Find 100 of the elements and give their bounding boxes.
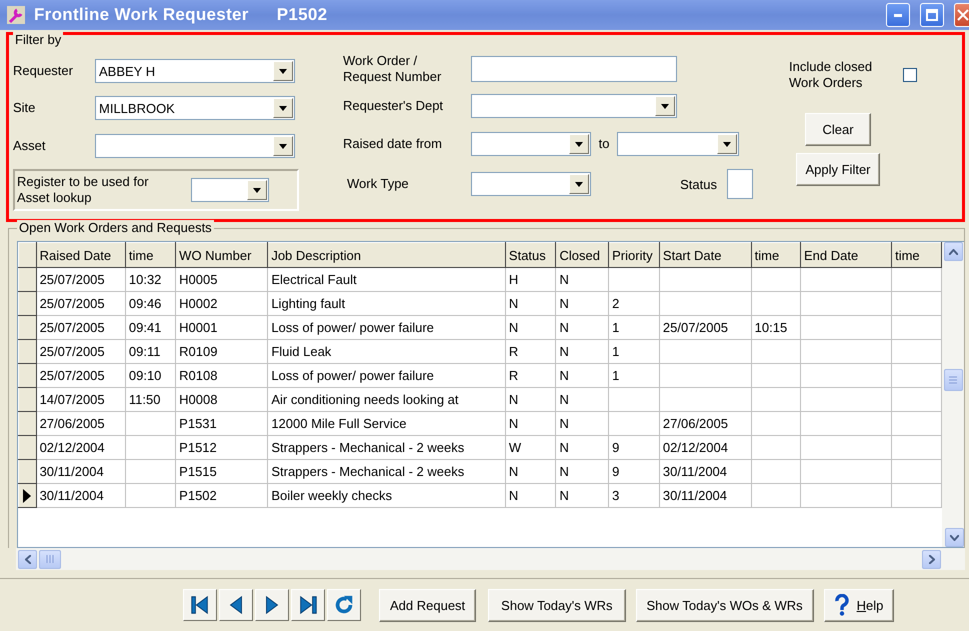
close-button[interactable] <box>954 3 969 27</box>
table-cell: 27/06/2005 <box>36 412 126 436</box>
add-request-button[interactable]: Add Request <box>379 588 476 622</box>
register-combo[interactable] <box>191 178 269 202</box>
table-cell <box>125 412 176 436</box>
table-cell: P1512 <box>176 436 268 460</box>
record-number: P1502 <box>276 5 328 25</box>
work-order-field[interactable] <box>471 56 677 82</box>
column-header[interactable]: Raised Date <box>36 242 126 268</box>
status-field[interactable] <box>727 169 753 199</box>
table-cell <box>608 268 660 292</box>
scroll-up-icon <box>948 248 958 254</box>
table-cell <box>751 340 800 364</box>
dropdown-arrow-icon <box>279 144 287 148</box>
table-cell: N <box>556 316 609 340</box>
column-header[interactable]: Closed <box>556 242 609 268</box>
table-cell: 09:10 <box>125 364 176 388</box>
apply-filter-button[interactable]: Apply Filter <box>796 153 880 186</box>
requester-combo[interactable]: ABBEY H <box>95 59 295 83</box>
table-cell: N <box>556 292 609 316</box>
table-cell: R0109 <box>176 340 268 364</box>
scroll-left-icon <box>24 554 30 564</box>
asset-label: Asset <box>13 138 47 154</box>
table-cell: N <box>556 388 609 412</box>
column-header[interactable]: time <box>751 242 800 268</box>
table-cell: 12000 Mile Full Service <box>268 412 506 436</box>
table-cell <box>608 412 660 436</box>
scroll-thumb-grip-icon <box>949 376 957 384</box>
question-mark-icon <box>834 594 849 616</box>
current-row-icon <box>22 488 32 502</box>
table-cell: 1 <box>608 316 660 340</box>
column-header[interactable]: End Date <box>800 242 892 268</box>
table-cell: N <box>556 460 609 484</box>
register-label: Register to be used for Asset lookup <box>17 174 150 206</box>
table-cell: 10:32 <box>125 268 176 292</box>
work-type-combo[interactable] <box>471 172 591 196</box>
table-cell: 9 <box>608 436 660 460</box>
work-type-label: Work Type <box>346 176 410 192</box>
scroll-thumb-grip-icon <box>46 555 54 563</box>
table-cell: 02/12/2004 <box>36 436 126 460</box>
table-cell: W <box>505 436 556 460</box>
wrench-icon <box>6 5 26 25</box>
table-cell: 2 <box>608 292 660 316</box>
dropdown-arrow-icon <box>575 182 583 186</box>
table-cell: 1 <box>608 364 660 388</box>
vertical-scrollbar[interactable] <box>942 242 964 547</box>
help-button[interactable]: Help <box>824 588 894 622</box>
table-cell: 30/11/2004 <box>659 460 752 484</box>
column-header[interactable]: WO Number <box>176 242 268 268</box>
table-cell: 1 <box>608 340 660 364</box>
show-todays-wrs-button[interactable]: Show Today's WRs <box>488 588 626 622</box>
table-cell: 02/12/2004 <box>659 436 752 460</box>
dept-label: Requester's Dept <box>343 98 444 114</box>
table-cell: 11:50 <box>125 388 176 412</box>
asset-combo[interactable] <box>95 134 295 158</box>
clear-button[interactable]: Clear <box>805 113 871 146</box>
raised-from-combo[interactable] <box>471 132 591 156</box>
table-cell: Air conditioning needs looking at <box>268 388 506 412</box>
table-cell: 3 <box>608 484 660 508</box>
refresh-icon <box>333 594 355 616</box>
table-cell: 9 <box>608 460 660 484</box>
table-cell: 09:41 <box>125 316 176 340</box>
table-cell: Lighting fault <box>268 292 506 316</box>
column-header[interactable]: Start Date <box>659 242 752 268</box>
column-header[interactable]: Job Description <box>268 242 506 268</box>
table-cell: N <box>505 412 556 436</box>
site-label: Site <box>13 100 36 116</box>
previous-record-button[interactable] <box>219 589 253 621</box>
horizontal-scrollbar[interactable] <box>16 548 943 570</box>
next-record-button[interactable] <box>255 589 289 621</box>
table-cell: H0008 <box>176 388 268 412</box>
column-header[interactable]: Status <box>505 242 556 268</box>
include-closed-checkbox[interactable] <box>903 68 917 82</box>
show-todays-wos-wrs-button[interactable]: Show Today's WOs & WRs <box>636 588 814 622</box>
table-cell <box>125 436 176 460</box>
site-combo[interactable]: MILLBROOK <box>95 96 295 120</box>
minimize-button[interactable] <box>886 3 910 27</box>
table-cell: N <box>556 484 609 508</box>
refresh-button[interactable] <box>327 589 361 621</box>
raised-to-combo[interactable] <box>617 132 739 156</box>
scroll-down-button[interactable] <box>944 528 964 547</box>
table-cell: 10:15 <box>751 316 800 340</box>
column-header[interactable]: Priority <box>608 242 660 268</box>
dropdown-arrow-icon <box>253 188 261 192</box>
include-closed-label: Include closed Work Orders <box>789 59 874 91</box>
column-header[interactable]: time <box>125 242 176 268</box>
table-cell: 25/07/2005 <box>36 268 126 292</box>
table-cell: N <box>556 268 609 292</box>
table-cell: Loss of power/ power failure <box>268 364 506 388</box>
dept-combo[interactable] <box>471 94 677 118</box>
table-cell: N <box>556 364 609 388</box>
table-cell: P1502 <box>176 484 268 508</box>
maximize-button[interactable] <box>920 3 944 27</box>
table-cell: H0005 <box>176 268 268 292</box>
last-record-button[interactable] <box>291 589 325 621</box>
first-record-button[interactable] <box>183 589 217 621</box>
column-header[interactable]: time <box>892 242 942 268</box>
scroll-down-icon <box>950 534 958 540</box>
table-cell: 27/06/2005 <box>659 412 752 436</box>
dropdown-arrow-icon <box>279 106 287 110</box>
